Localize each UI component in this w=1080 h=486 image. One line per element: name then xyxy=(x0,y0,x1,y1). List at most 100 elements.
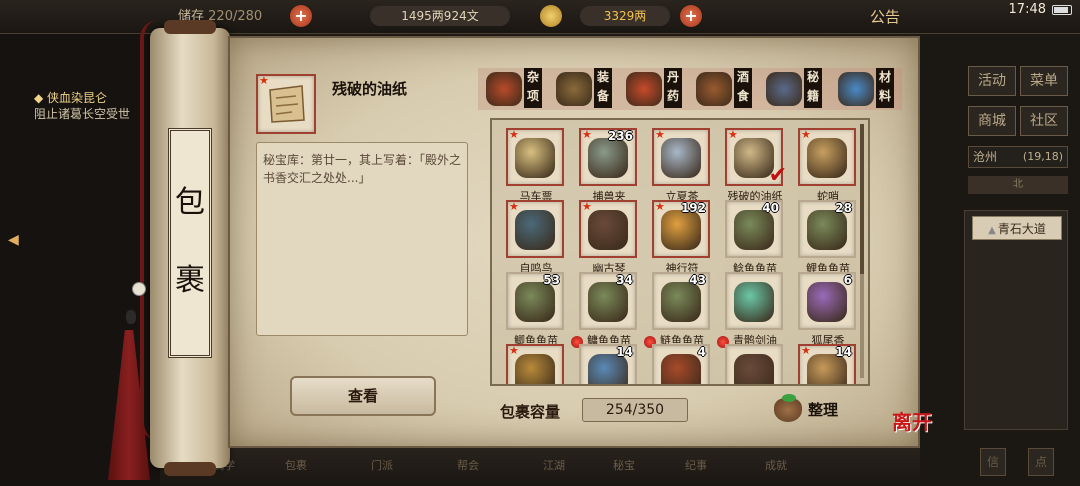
nav-achievement[interactable]: 成就 xyxy=(752,450,800,482)
view-button[interactable]: 查看 xyxy=(290,376,436,416)
book-icon xyxy=(766,72,802,106)
item-cell[interactable]: 53 鲫鱼鱼苗 xyxy=(494,272,568,347)
road-label[interactable]: ▲ 青石大道 xyxy=(972,216,1062,240)
item-slot[interactable]: 4 xyxy=(652,344,710,384)
sort-button[interactable]: 整理 xyxy=(774,394,854,424)
star-icon: ★ xyxy=(509,128,519,141)
item-grid[interactable]: ★ 马车票 ★ 236 捕兽夹 ★ 立夏茶 ★ ✔ 残破的油纸 ★ 蛇哨 ★ 自鸣鸟 ★ 幽古琴 ★ 192 神行符… xyxy=(490,118,870,386)
category-tab[interactable]: 材料 xyxy=(834,66,898,112)
item-slot[interactable]: ★ xyxy=(506,128,564,186)
minimap[interactable] xyxy=(964,210,1068,430)
item-cell[interactable]: ★ 马车票 xyxy=(494,128,568,203)
item-cell[interactable]: 青鹘剑油 xyxy=(713,272,787,347)
item-slot[interactable] xyxy=(725,272,783,330)
item-slot[interactable] xyxy=(725,344,783,384)
item-count: 40 xyxy=(762,201,779,215)
add-storage-button[interactable]: + xyxy=(290,5,312,27)
item-slot[interactable]: ★ ✔ xyxy=(725,128,787,188)
category-tab[interactable]: 丹药 xyxy=(622,66,686,112)
item-slot[interactable]: 14 xyxy=(579,344,637,384)
item-slot[interactable]: ★ 14 xyxy=(798,344,856,384)
category-tab[interactable]: 装备 xyxy=(552,66,616,112)
community-button[interactable]: 社区 xyxy=(1020,106,1068,136)
item-slot[interactable]: ★ xyxy=(798,128,856,186)
item-cell[interactable]: ★ 192 神行符 xyxy=(640,200,714,275)
item-cell[interactable]: ★ 236 捕兽夹 xyxy=(567,128,641,203)
category-tab[interactable]: 酒食 xyxy=(692,66,756,112)
location-coords: (19,18) xyxy=(1022,150,1063,163)
item-slot[interactable]: 28 xyxy=(798,200,856,258)
item-slot[interactable]: ★ 192 xyxy=(652,200,710,258)
category-label: 酒食 xyxy=(734,68,752,108)
nav-guild[interactable]: 帮会 xyxy=(444,450,492,482)
medicine-icon xyxy=(626,72,662,106)
battery-icon xyxy=(1052,5,1072,15)
collapse-arrow-icon[interactable]: ◀ xyxy=(8,232,19,248)
scroll-title: 包 裹 xyxy=(168,128,212,358)
money-display: 1495两924文 xyxy=(370,6,510,26)
item-slot[interactable]: ★ xyxy=(652,128,710,186)
item-slot[interactable]: 40 xyxy=(725,200,783,258)
item-cell[interactable]: 6 狐尾香 xyxy=(786,272,860,347)
item-description: 秘宝库：第廿一，其上写着：「殿外之书香交汇之处处...」 xyxy=(256,142,468,336)
leave-button[interactable]: 离开 xyxy=(892,406,944,456)
nav-jianghu[interactable]: 江湖 xyxy=(530,450,578,482)
gold-ingot-icon xyxy=(540,5,562,27)
nav-sect[interactable]: 门派 xyxy=(358,450,406,482)
compass: 北 xyxy=(968,176,1068,194)
fish-basket-icon xyxy=(807,210,847,250)
item-cell[interactable]: ★ 14 xyxy=(786,344,860,384)
item-cell[interactable]: 28 鲤鱼鱼苗 xyxy=(786,200,860,275)
item-slot[interactable]: 53 xyxy=(506,272,564,330)
selected-item-name: 残破的油纸 xyxy=(332,80,408,98)
location-display: (19,18) 沧州 xyxy=(968,146,1068,168)
point-button[interactable]: 点 xyxy=(1028,448,1054,476)
tea-icon xyxy=(661,138,701,178)
item-cell[interactable]: 40 鲶鱼鱼苗 xyxy=(713,200,787,275)
item-cell[interactable]: 4 xyxy=(640,336,714,384)
item-count: 14 xyxy=(616,345,633,359)
quest-title: ◆ 侠血染昆仑 xyxy=(34,91,108,105)
sort-label: 整理 xyxy=(808,401,839,419)
item-cell[interactable]: ★ 蛇哨 xyxy=(786,128,860,203)
item-cell[interactable]: ★ ✔ 残破的油纸 xyxy=(713,128,787,203)
item-slot[interactable]: ★ xyxy=(506,200,564,258)
item-cell[interactable]: 14 xyxy=(567,336,641,384)
item-slot[interactable]: ★ xyxy=(506,344,564,384)
road-name: 青石大道 xyxy=(997,222,1046,236)
item-cell[interactable]: ★ xyxy=(494,344,568,384)
item-slot[interactable]: ★ 236 xyxy=(579,128,637,186)
arrow-up-icon: ▲ xyxy=(988,225,996,236)
item-cell[interactable]: ★ 立夏茶 xyxy=(640,128,714,203)
star-icon: ★ xyxy=(655,128,665,141)
nav-bag[interactable]: 包裹 xyxy=(272,450,320,482)
nav-chronicle[interactable]: 纪事 xyxy=(672,450,720,482)
menu-button[interactable]: 菜单 xyxy=(1020,66,1068,96)
item-slot[interactable]: ★ xyxy=(579,200,637,258)
item-cell[interactable]: ★ 幽古琴 xyxy=(567,200,641,275)
item-cell[interactable]: ★ 自鸣鸟 xyxy=(494,200,568,275)
announcement-button[interactable]: 公告 xyxy=(870,6,900,27)
trap-icon xyxy=(588,138,628,178)
item-slot[interactable]: 34 xyxy=(579,272,637,330)
item-count: 43 xyxy=(689,273,706,287)
quest-tracker[interactable]: ◆ 侠血染昆仑 阻止诸葛长空受世 xyxy=(34,90,154,122)
box-icon xyxy=(515,354,555,384)
item-slot[interactable]: 43 xyxy=(652,272,710,330)
talisman-icon xyxy=(661,210,701,250)
item-slot[interactable]: 6 xyxy=(798,272,856,330)
category-tab[interactable]: 杂项 xyxy=(482,66,546,112)
item-count: 192 xyxy=(680,201,706,215)
shop-button[interactable]: 商城 xyxy=(968,106,1016,136)
activity-button[interactable]: 活动 xyxy=(968,66,1016,96)
item-cell[interactable]: 34 鳙鱼鱼苗 xyxy=(567,272,641,347)
nav-treasure[interactable]: 秘宝 xyxy=(600,450,648,482)
grid-scrollbar[interactable] xyxy=(860,124,864,378)
item-cell[interactable] xyxy=(713,336,787,384)
mail-button[interactable]: 信 xyxy=(980,448,1006,476)
checkmark-icon: ✔ xyxy=(768,163,787,188)
category-tab[interactable]: 秘籍 xyxy=(762,66,826,112)
category-label: 秘籍 xyxy=(804,68,822,108)
item-cell[interactable]: 43 鲢鱼鱼苗 xyxy=(640,272,714,347)
add-gold-button[interactable]: + xyxy=(680,5,702,27)
